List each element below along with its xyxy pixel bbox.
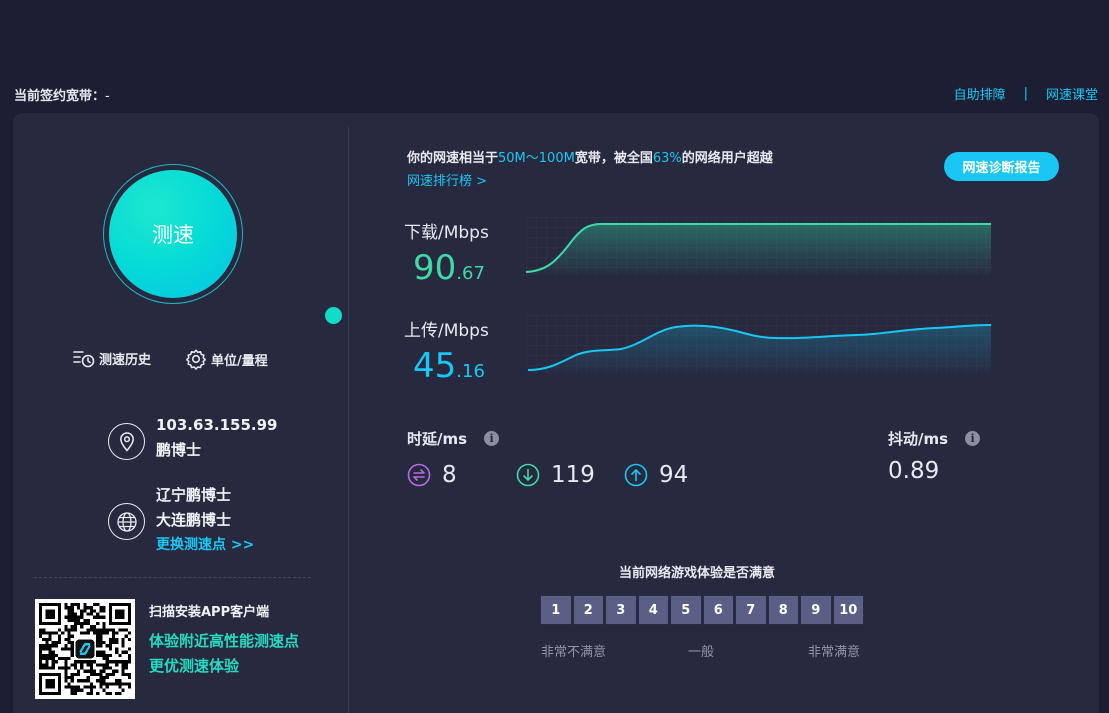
rating-option-4[interactable]: 4 <box>637 595 669 625</box>
ip-address: 103.63.155.99 <box>156 416 278 434</box>
change-server-link[interactable]: 更换测速点 >> <box>156 533 254 558</box>
rating-option-6[interactable]: 6 <box>702 595 734 625</box>
contract-value: - <box>105 89 110 104</box>
summary-suffix: 的网络用户超越 <box>681 151 773 166</box>
app-promo-title: 扫描安装APP客户端 <box>149 605 270 620</box>
upload-latency-value: 94 <box>659 462 689 488</box>
rating-option-7[interactable]: 7 <box>735 595 767 625</box>
rating-option-8[interactable]: 8 <box>767 595 799 625</box>
swap-icon <box>407 463 431 487</box>
self-troubleshoot-link[interactable]: 自助排障 <box>954 84 1006 103</box>
server-city: 大连鹏博士 <box>156 511 232 529</box>
summary-mid: 宽带，被全国 <box>574 151 653 166</box>
arrow-down-circle-icon <box>516 463 540 487</box>
summary-percent: 63% <box>652 151 682 166</box>
jitter-label-row: 抖动/ms i <box>888 428 981 449</box>
unit-range-button[interactable]: 单位/量程 <box>185 348 268 370</box>
rating-high-label: 非常满意 <box>808 645 861 660</box>
server-region: 辽宁鹏博士 <box>156 486 232 504</box>
rating-option-3[interactable]: 3 <box>605 595 637 625</box>
download-dec: .67 <box>456 263 485 284</box>
contract-label: 当前签约宽带： <box>14 89 106 104</box>
rating-low-label: 非常不满意 <box>541 645 607 660</box>
upload-label: 上传/Mbps <box>404 321 489 341</box>
rating-option-2[interactable]: 2 <box>572 595 604 625</box>
rating-option-5[interactable]: 5 <box>670 595 702 625</box>
diagnosis-report-button[interactable]: 网速诊断报告 <box>944 152 1059 181</box>
link-separator: | <box>1023 86 1028 101</box>
speed-class-link[interactable]: 网速课堂 <box>1046 84 1098 103</box>
rating-option-9[interactable]: 9 <box>800 595 832 625</box>
summary-prefix: 你的网速相当于 <box>407 151 499 166</box>
left-divider <box>34 577 311 578</box>
speed-ranking-link[interactable]: 网速排行榜 > <box>407 170 487 189</box>
arrow-up-circle-icon <box>624 463 648 487</box>
summary-bandwidth: 50M～100M <box>498 151 575 166</box>
latency-label: 时延/ms <box>407 430 468 448</box>
server-info: 辽宁鹏博士 大连鹏博士 更换测速点 >> <box>108 483 254 558</box>
location-pin-icon <box>108 423 145 460</box>
download-int: 90 <box>413 248 457 288</box>
ping-value: 8 <box>442 462 457 488</box>
speed-history-button[interactable]: 测速历史 <box>73 348 151 368</box>
upload-int: 45 <box>413 346 457 386</box>
top-links: 自助排障 | 网速课堂 <box>954 84 1098 103</box>
speed-history-label: 测速历史 <box>99 352 152 368</box>
contract-bandwidth: 当前签约宽带：- <box>14 85 110 104</box>
latency-label-row: 时延/ms i <box>407 428 500 449</box>
game-rating-title: 当前网络游戏体验是否满意 <box>619 566 776 581</box>
column-divider <box>348 127 349 713</box>
isp-name: 鹏博士 <box>156 441 202 459</box>
download-label: 下载/Mbps <box>404 223 489 243</box>
ip-info: 103.63.155.99 鹏博士 <box>108 413 277 463</box>
upload-latency: 94 <box>624 462 688 488</box>
info-icon[interactable]: i <box>965 431 981 446</box>
rating-option-1[interactable]: 1 <box>540 595 572 625</box>
jitter-value: 0.89 <box>888 458 940 484</box>
download-chart <box>526 217 992 275</box>
speed-summary: 你的网速相当于50M～100M宽带，被全国63%的网络用户超越 <box>407 147 773 166</box>
app-promo: 扫描安装APP客户端 体验附近高性能测速点 更优测速体验 <box>149 601 299 679</box>
ping-latency: 8 <box>407 462 457 488</box>
download-chart-area <box>526 224 991 275</box>
rating-mid-label: 一般 <box>688 645 715 660</box>
history-icon <box>73 351 95 368</box>
download-value: 90.67 <box>413 248 485 288</box>
download-latency-value: 119 <box>551 462 595 488</box>
jitter-label: 抖动/ms <box>888 430 949 448</box>
upload-value: 45.16 <box>413 346 485 386</box>
upload-dec: .16 <box>456 361 485 382</box>
start-speed-test-button[interactable]: 测速 <box>109 170 237 298</box>
app-qr-code <box>35 599 135 699</box>
app-promo-line2: 更优测速体验 <box>149 657 240 675</box>
download-latency: 119 <box>516 462 595 488</box>
progress-dot <box>325 307 342 324</box>
rating-option-10[interactable]: 10 <box>832 595 864 625</box>
gear-icon <box>186 349 206 370</box>
unit-range-label: 单位/量程 <box>211 353 268 369</box>
top-bar <box>0 0 1109 113</box>
globe-icon <box>108 503 145 540</box>
info-icon[interactable]: i <box>484 431 500 446</box>
game-rating-scale: 1 2 3 4 5 6 7 8 9 10 <box>540 595 865 625</box>
app-promo-line1: 体验附近高性能测速点 <box>149 632 300 650</box>
upload-chart <box>526 315 992 373</box>
